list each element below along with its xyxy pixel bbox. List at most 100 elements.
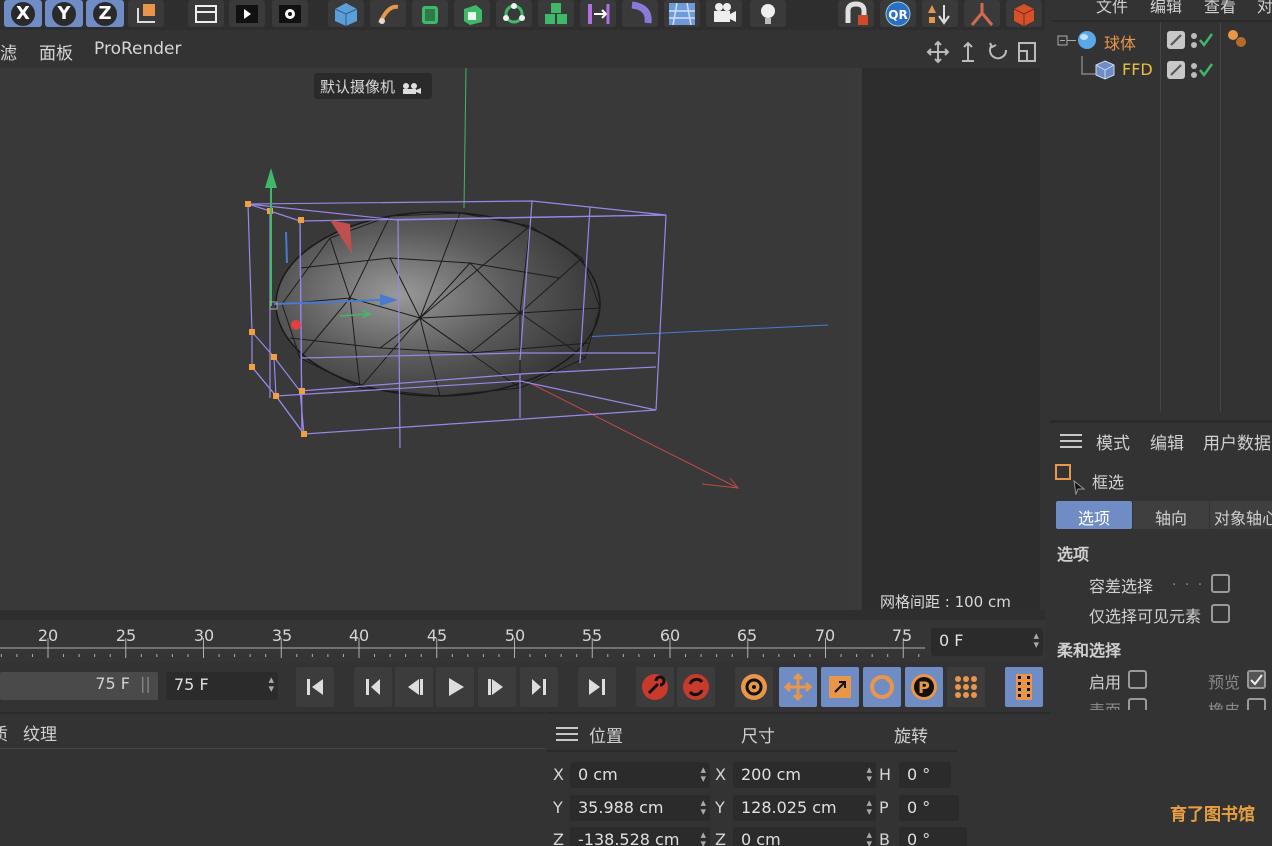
- bend-button[interactable]: [622, 0, 658, 27]
- menu-panel[interactable]: 面板: [39, 39, 73, 64]
- zoom-view-icon[interactable]: [962, 41, 974, 62]
- object-name-ffd[interactable]: FFD: [1122, 60, 1153, 79]
- extrude-button[interactable]: [454, 0, 490, 27]
- menu-edit[interactable]: 编辑: [1150, 0, 1182, 17]
- pen-button[interactable]: [370, 0, 406, 27]
- menu-object[interactable]: 对: [1257, 0, 1272, 17]
- surface-checkbox[interactable]: [1128, 698, 1147, 710]
- subdivision-button[interactable]: [412, 0, 448, 27]
- slider-handle-icon[interactable]: ||: [140, 674, 151, 693]
- end-frame-field[interactable]: 75 F ▴ ▾: [166, 672, 278, 700]
- tolerance-select-checkbox[interactable]: [1211, 574, 1230, 593]
- 3d-viewport[interactable]: [0, 68, 862, 612]
- qr-button[interactable]: QR: [880, 0, 916, 27]
- rotate-view-icon[interactable]: [989, 42, 1008, 60]
- rotation-h-field[interactable]: 0 °: [899, 762, 951, 788]
- camera-button[interactable]: [706, 0, 742, 27]
- size-z-field[interactable]: 0 cm ▴ ▾: [733, 827, 876, 846]
- material-menu-texture[interactable]: 纹理: [23, 720, 57, 745]
- render-view-button[interactable]: [229, 0, 265, 27]
- attr-menu-mode[interactable]: 模式: [1096, 429, 1130, 454]
- visible-only-checkbox[interactable]: [1211, 604, 1230, 623]
- material-tag-icon[interactable]: [1224, 26, 1250, 52]
- spinner-icon[interactable]: ▴ ▾: [268, 674, 274, 694]
- preview-checkbox[interactable]: [1247, 670, 1266, 689]
- object-name-sphere[interactable]: 球体: [1104, 30, 1136, 54]
- play-button[interactable]: [436, 667, 474, 707]
- spinner-icon[interactable]: ▴ ▾: [866, 829, 872, 846]
- rotation-b-field[interactable]: 0 °: [899, 827, 967, 846]
- position-z-field[interactable]: -138.528 cm ▴ ▾: [570, 827, 710, 846]
- menu-prorender[interactable]: ProRender: [94, 39, 182, 59]
- go-to-end-button[interactable]: [578, 667, 616, 707]
- spinner-icon[interactable]: ▴ ▾: [700, 764, 706, 784]
- timeline-ruler[interactable]: 20 25 30 35 40 45 50 55 60 65 70 75 0 F …: [0, 620, 1045, 662]
- auto-key-button[interactable]: [677, 667, 715, 707]
- spinner-icon[interactable]: ▴ ▾: [866, 797, 872, 817]
- attr-menu-userdata[interactable]: 用户数据: [1203, 429, 1271, 454]
- end-frame-slider[interactable]: 75 F: [0, 672, 158, 700]
- box-button[interactable]: [1006, 0, 1042, 27]
- prev-key-button[interactable]: [354, 667, 392, 707]
- render-region-button[interactable]: [188, 0, 224, 27]
- menu-filter[interactable]: 滤: [0, 39, 17, 64]
- deformer-button[interactable]: [580, 0, 616, 27]
- key-rotation-button[interactable]: [863, 667, 901, 707]
- sphere-object[interactable]: [275, 211, 601, 397]
- keyframe-settings-button[interactable]: [735, 667, 773, 707]
- key-parameter-button[interactable]: P: [905, 667, 943, 707]
- key-position-button[interactable]: [779, 667, 817, 707]
- attr-menu-edit[interactable]: 编辑: [1150, 429, 1184, 454]
- next-key-button[interactable]: [520, 667, 558, 707]
- attr-menu-icon[interactable]: [1060, 434, 1082, 450]
- coord-menu-icon[interactable]: [556, 727, 578, 743]
- cloner-button[interactable]: [538, 0, 574, 27]
- spinner-icon[interactable]: ▴ ▾: [700, 829, 706, 846]
- object-row-sphere[interactable]: 球体: [1052, 26, 1272, 54]
- move-view-icon[interactable]: [926, 40, 950, 64]
- material-menu-material[interactable]: 质: [0, 720, 8, 745]
- position-y-field[interactable]: 35.988 cm ▴ ▾: [570, 795, 710, 821]
- render-settings-button[interactable]: [272, 0, 308, 27]
- size-y-field[interactable]: 128.025 cm ▴ ▾: [733, 795, 876, 821]
- tab-axis[interactable]: 轴向: [1133, 501, 1209, 529]
- spinner-icon[interactable]: ▴ ▾: [1033, 630, 1039, 650]
- record-key-button[interactable]: [636, 667, 674, 707]
- spinner-icon[interactable]: ▴ ▾: [866, 764, 872, 784]
- current-frame-field[interactable]: 0 F ▴ ▾: [931, 628, 1043, 656]
- mograph-button[interactable]: [496, 0, 532, 27]
- y-axis-lock-button[interactable]: Y: [45, 0, 83, 27]
- extrude-icon: [464, 4, 482, 25]
- object-visibility-controls[interactable]: [1166, 30, 1218, 52]
- skeleton-button[interactable]: [964, 0, 1000, 27]
- tab-object-axis[interactable]: 对象轴心: [1210, 501, 1272, 529]
- key-scale-button[interactable]: [821, 667, 859, 707]
- spinner-icon[interactable]: ▴ ▾: [700, 797, 706, 817]
- object-row-ffd[interactable]: FFD: [1052, 56, 1272, 84]
- timeline-window-button[interactable]: [1005, 667, 1043, 707]
- tree-collapse-icon[interactable]: [1056, 30, 1078, 52]
- go-to-start-button[interactable]: [296, 667, 334, 707]
- menu-file[interactable]: 文件: [1096, 0, 1128, 17]
- camera-label[interactable]: 默认摄像机: [314, 73, 432, 99]
- coord-system-button[interactable]: [128, 0, 164, 27]
- prev-frame-button[interactable]: [395, 667, 433, 707]
- magnet-button[interactable]: [838, 0, 874, 27]
- size-x-field[interactable]: 200 cm ▴ ▾: [733, 762, 876, 788]
- tab-options[interactable]: 选项: [1056, 501, 1132, 529]
- key-pla-button[interactable]: [947, 667, 985, 707]
- object-visibility-controls[interactable]: [1166, 60, 1218, 82]
- maximize-view-icon[interactable]: [1018, 42, 1036, 62]
- next-frame-button[interactable]: [478, 667, 516, 707]
- floor-button[interactable]: [664, 0, 700, 27]
- position-x-field[interactable]: 0 cm ▴ ▾: [570, 762, 710, 788]
- menu-view[interactable]: 查看: [1204, 0, 1236, 17]
- light-button[interactable]: [750, 0, 786, 27]
- enable-checkbox[interactable]: [1128, 670, 1147, 689]
- z-axis-lock-button[interactable]: Z: [86, 0, 124, 27]
- arrows-button[interactable]: [922, 0, 958, 27]
- rubber-checkbox[interactable]: [1247, 698, 1266, 710]
- x-axis-lock-button[interactable]: X: [4, 0, 42, 27]
- rotation-p-field[interactable]: 0 °: [899, 795, 959, 821]
- cube-button[interactable]: [328, 0, 364, 27]
